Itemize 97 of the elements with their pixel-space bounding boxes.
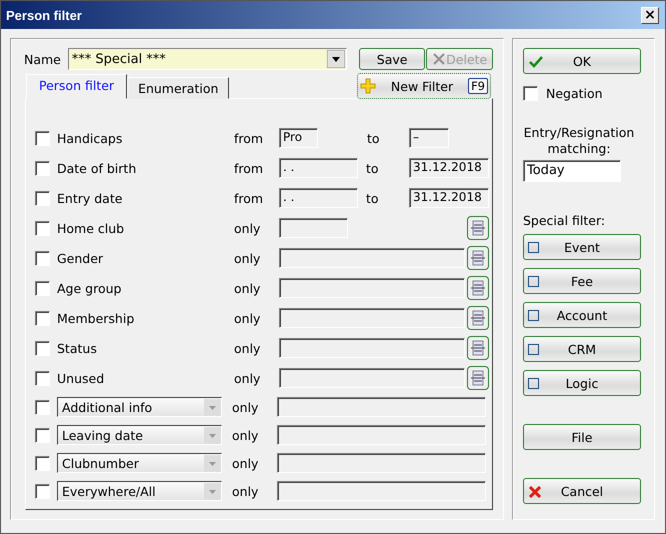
checkbox[interactable] bbox=[523, 86, 538, 101]
file-button[interactable]: File bbox=[523, 424, 641, 450]
checkbox[interactable] bbox=[35, 456, 50, 470]
operator-label: from bbox=[234, 190, 264, 206]
operator-label: from bbox=[234, 160, 264, 176]
operator-label: only bbox=[232, 400, 260, 414]
operator-label: only bbox=[234, 370, 262, 386]
operator-label: only bbox=[234, 250, 262, 266]
checkbox[interactable] bbox=[35, 220, 50, 236]
value-field[interactable] bbox=[277, 453, 486, 473]
list-picker-button[interactable] bbox=[467, 276, 489, 300]
matching-field[interactable]: Today bbox=[523, 160, 621, 182]
list-picker-button[interactable] bbox=[467, 366, 489, 390]
save-button[interactable]: Save bbox=[358, 48, 426, 70]
filter-label: Handicaps bbox=[57, 130, 124, 146]
value-field[interactable] bbox=[277, 425, 486, 445]
value-field[interactable] bbox=[277, 481, 486, 501]
to-field[interactable]: – bbox=[409, 128, 449, 148]
filter-label: Age group bbox=[57, 280, 122, 296]
cross-icon bbox=[432, 52, 446, 66]
plus-icon bbox=[360, 78, 376, 94]
checkbox[interactable] bbox=[35, 160, 50, 176]
list-icon bbox=[471, 280, 485, 296]
list-picker-button[interactable] bbox=[467, 246, 489, 270]
to-label: to bbox=[366, 130, 381, 146]
special-filter-button[interactable]: Event bbox=[523, 234, 641, 260]
to-field[interactable]: 31.12.2018 bbox=[409, 188, 489, 208]
list-icon bbox=[471, 220, 485, 236]
checkbox[interactable] bbox=[35, 340, 50, 356]
from-field[interactable]: . . bbox=[279, 158, 358, 178]
special-filter-button[interactable]: CRM bbox=[523, 336, 641, 362]
filter-label: Gender bbox=[57, 250, 104, 266]
special-filter-button[interactable]: Fee bbox=[523, 268, 641, 294]
matching-label: Entry/Resignation matching: bbox=[523, 125, 635, 157]
from-field[interactable]: Pro bbox=[279, 128, 318, 148]
value-field[interactable] bbox=[279, 338, 465, 358]
from-field[interactable]: . . bbox=[279, 188, 358, 208]
value-field[interactable] bbox=[279, 218, 348, 238]
operator-label: only bbox=[234, 220, 262, 236]
list-picker-button[interactable] bbox=[467, 216, 489, 240]
new-filter-button[interactable]: New Filter F9 bbox=[357, 73, 491, 99]
checkbox[interactable] bbox=[35, 190, 50, 206]
to-label: to bbox=[365, 190, 380, 206]
tab[interactable]: Enumeration bbox=[127, 77, 230, 99]
operator-label: only bbox=[232, 456, 260, 470]
value-field[interactable] bbox=[279, 368, 465, 388]
field-dropdown[interactable]: Everywhere/All bbox=[57, 481, 222, 501]
name-dropdown[interactable]: *** Special *** bbox=[68, 48, 347, 70]
check-icon bbox=[529, 56, 543, 68]
list-icon bbox=[471, 250, 485, 266]
close-icon bbox=[529, 486, 541, 498]
list-picker-button[interactable] bbox=[467, 336, 489, 360]
cancel-button[interactable]: Cancel bbox=[523, 478, 641, 504]
checkbox[interactable] bbox=[35, 484, 50, 498]
special-filter-button[interactable]: Account bbox=[523, 302, 641, 328]
checkbox[interactable] bbox=[35, 280, 50, 296]
tab[interactable]: Person filter bbox=[26, 74, 128, 99]
operator-label: only bbox=[232, 484, 260, 498]
field-dropdown[interactable]: Additional info bbox=[57, 397, 222, 417]
to-field[interactable]: 31.12.2018 bbox=[409, 158, 489, 178]
value-field[interactable] bbox=[279, 278, 465, 298]
list-icon bbox=[471, 370, 485, 386]
operator-label: only bbox=[234, 310, 262, 326]
special-filter-button[interactable]: Logic bbox=[523, 370, 641, 396]
filter-label: Entry date bbox=[57, 190, 124, 206]
checkbox[interactable] bbox=[35, 370, 50, 386]
operator-label: from bbox=[234, 130, 264, 146]
shortcut-key: F9 bbox=[468, 78, 488, 94]
checkbox[interactable] bbox=[35, 428, 50, 442]
operator-label: only bbox=[234, 340, 262, 356]
value-field[interactable] bbox=[279, 308, 465, 328]
filter-label: Unused bbox=[57, 370, 106, 386]
checkbox[interactable] bbox=[35, 130, 50, 146]
checkbox[interactable] bbox=[35, 310, 50, 326]
filter-label: Status bbox=[57, 340, 98, 356]
field-dropdown[interactable]: Clubnumber bbox=[57, 453, 222, 473]
checkbox[interactable] bbox=[35, 400, 50, 414]
value-field[interactable] bbox=[279, 248, 465, 268]
list-picker-button[interactable] bbox=[467, 306, 489, 330]
list-icon bbox=[471, 310, 485, 326]
filter-label: Home club bbox=[57, 220, 126, 236]
ok-button[interactable]: OK bbox=[523, 48, 641, 74]
dropdown-arrow-icon bbox=[326, 50, 345, 68]
field-dropdown[interactable]: Leaving date bbox=[57, 425, 222, 445]
negation-label: Negation bbox=[546, 86, 603, 101]
close-button[interactable]: × bbox=[641, 6, 659, 24]
operator-label: only bbox=[234, 280, 262, 296]
checkbox[interactable] bbox=[35, 250, 50, 266]
value-field[interactable] bbox=[277, 397, 486, 417]
name-label: Name bbox=[24, 52, 62, 66]
window-title: Person filter bbox=[6, 8, 82, 22]
filter-label: Membership bbox=[57, 310, 136, 326]
special-filter-label: Special filter: bbox=[523, 213, 606, 228]
to-label: to bbox=[365, 160, 380, 176]
list-icon bbox=[471, 340, 485, 356]
operator-label: only bbox=[232, 428, 260, 442]
filter-label: Date of birth bbox=[57, 160, 138, 176]
